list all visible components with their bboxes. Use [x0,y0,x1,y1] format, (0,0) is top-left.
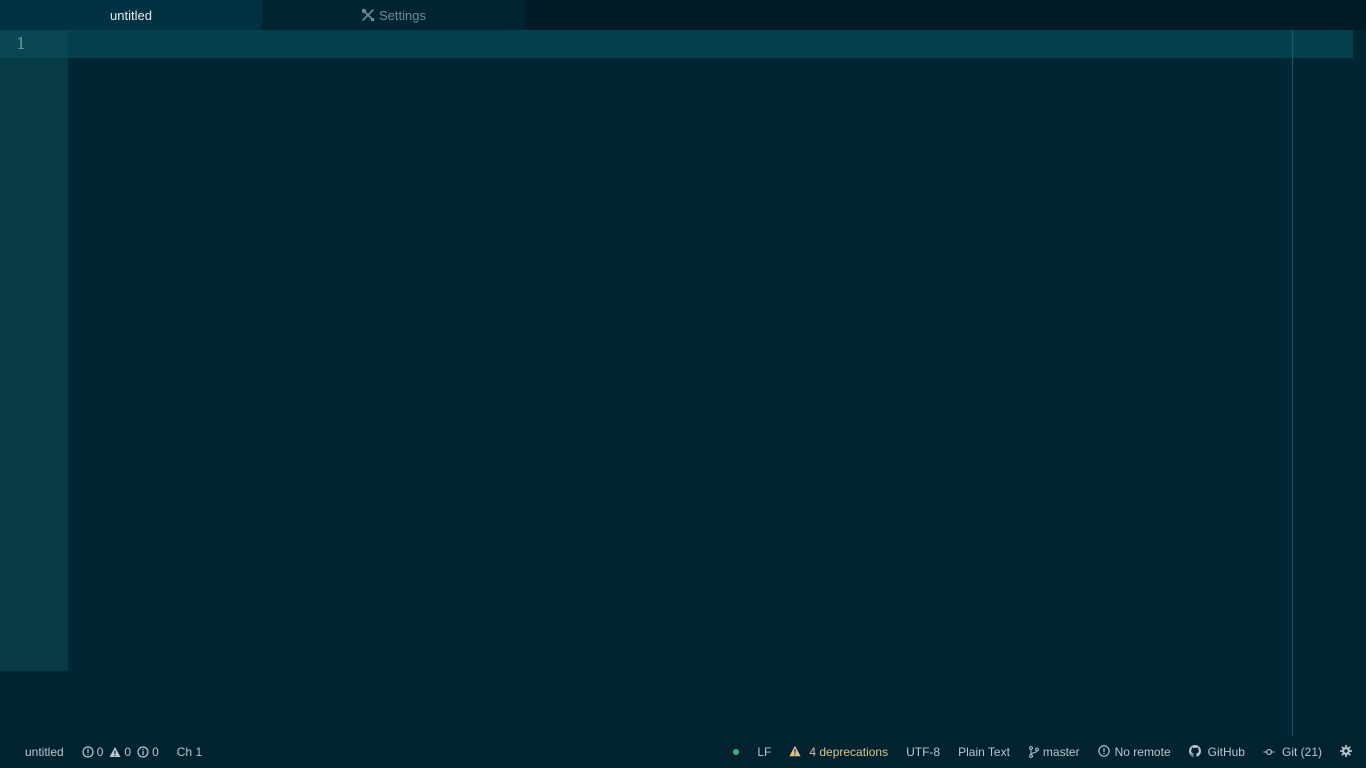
remote-status[interactable]: No remote [1097,745,1171,759]
wrap-guide [1292,30,1293,736]
branch-name: master [1042,745,1080,759]
git-panel-button[interactable]: Git (21) [1263,745,1322,759]
line-ending-selector[interactable]: LF [757,745,771,759]
diagnostics-summary[interactable]: 0 0 0 [82,745,159,759]
cursor-line-highlight [0,30,1353,58]
editor-window: untitled Settings 1 untitled 0 0 0 Ch 1 … [0,0,1366,768]
deprecation-warning-icon [789,745,804,759]
grammar-selector[interactable]: Plain Text [958,745,1010,759]
remote-label: No remote [1114,745,1171,759]
warning-count: 0 [124,745,132,759]
tab-untitled[interactable]: untitled [0,0,262,30]
status-bar: untitled 0 0 0 Ch 1 LF 4 deprecations UT… [0,736,1366,768]
tab-bar: untitled Settings [0,0,1366,30]
error-count: 0 [96,745,104,759]
cursor-position[interactable]: Ch 1 [177,745,202,759]
error-icon [82,746,94,758]
github-label: GitHub [1207,745,1245,759]
line-number-gutter: 1 [0,30,68,671]
warning-icon [109,746,121,758]
github-panel-button[interactable]: GitHub [1188,744,1245,760]
file-name[interactable]: untitled [25,745,64,759]
status-dot [733,749,740,755]
encoding-selector[interactable]: UTF-8 [906,745,940,759]
gutter-cursor-highlight [0,30,68,58]
deprecation-count: 4 deprecations [809,745,889,759]
deprecation-cop-button[interactable]: 4 deprecations [789,745,888,759]
github-icon [1188,744,1204,760]
info-icon [137,746,149,758]
line-number: 1 [16,34,27,53]
git-label: Git (21) [1281,745,1322,759]
settings-gear-button[interactable] [1340,745,1354,759]
tab-settings[interactable]: Settings [262,0,526,30]
text-editor[interactable]: 1 [0,30,1366,736]
git-branch-icon [1028,746,1040,758]
alert-icon [1097,745,1112,759]
git-commit-icon [1263,746,1278,758]
tools-icon [361,8,375,22]
tab-label: untitled [110,7,152,23]
info-count: 0 [152,745,159,759]
gear-icon [1340,745,1354,759]
tab-label: Settings [379,7,426,23]
branch-selector[interactable]: master [1028,745,1080,759]
